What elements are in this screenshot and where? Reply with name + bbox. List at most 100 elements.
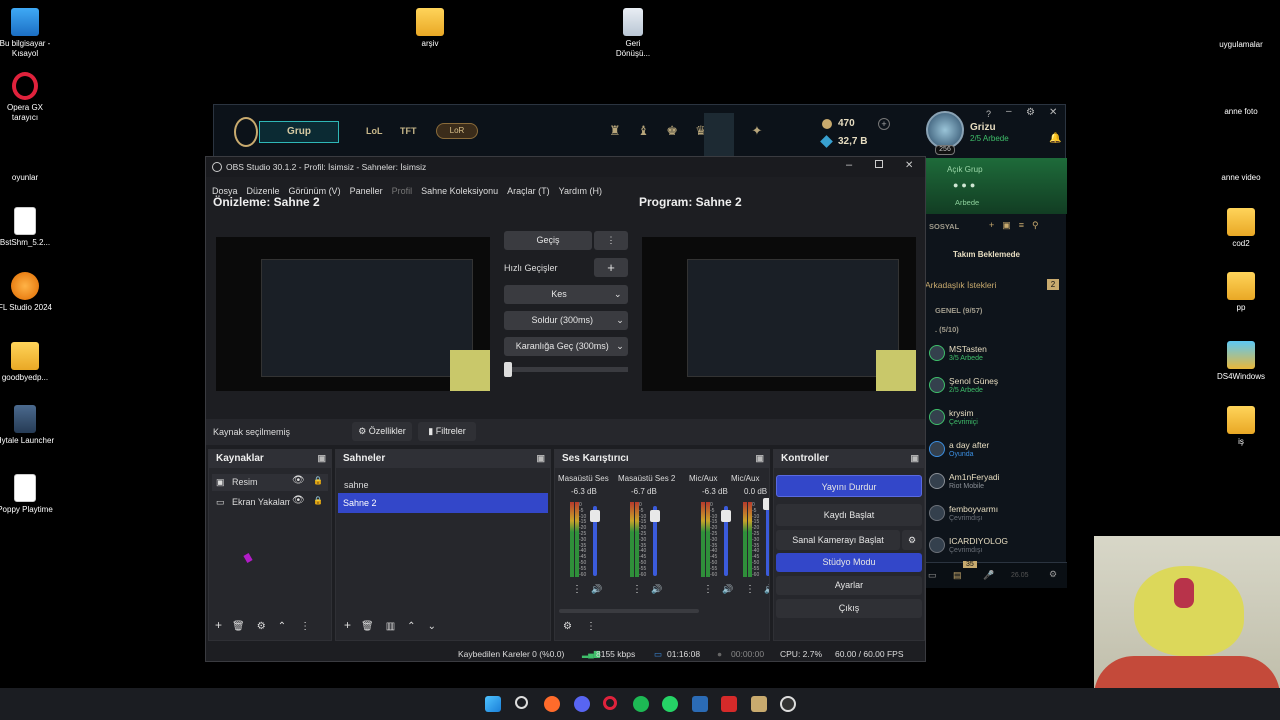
menu-help[interactable]: Yardım (H) — [559, 186, 602, 196]
search-icon[interactable] — [515, 696, 528, 709]
league-icon[interactable] — [751, 696, 767, 712]
more-menu-icon[interactable]: ⋮ — [703, 584, 713, 595]
mission-icon[interactable]: ▤ — [953, 570, 962, 581]
friend-item[interactable]: krysim Çevrimiçi — [929, 406, 1063, 434]
desktop-icon-is[interactable]: iş — [1206, 406, 1276, 447]
desktop-icon-this-pc[interactable]: Bu bilgisayar - Kısayol — [0, 8, 60, 59]
chat-icon[interactable]: ▭ — [928, 570, 937, 581]
desktop-icon-arsiv[interactable]: arşiv — [395, 8, 465, 49]
spotify-icon[interactable] — [633, 696, 649, 712]
friend-item[interactable]: ICARDIYOLOG Çevrimdışı — [929, 534, 1063, 562]
eye-icon[interactable]: 👁 — [292, 495, 305, 506]
friend-requests[interactable]: Arkadaşlık İstekleri — [925, 280, 996, 290]
mixer-scrollbar[interactable] — [559, 609, 699, 613]
desktop-icon-recycle-bin[interactable]: Geri Dönüşü... — [598, 8, 668, 59]
minimize-button[interactable]: – — [846, 159, 852, 171]
desktop-icon-hytale[interactable]: Hytale Launcher — [0, 405, 60, 446]
fader-handle[interactable] — [763, 498, 769, 510]
move-up-button[interactable]: ⌃ — [407, 621, 415, 632]
undock-icon[interactable]: ▣ — [910, 453, 919, 464]
menu-docks[interactable]: Paneller — [350, 186, 383, 196]
advanced-audio-button[interactable]: ⚙ — [563, 621, 572, 632]
fader-handle[interactable] — [590, 510, 600, 522]
desktop-icon-bstshm[interactable]: BstShm_5.2... — [0, 207, 60, 248]
social-actions[interactable]: +▣≡⚲ — [989, 220, 1047, 231]
quick-transition-fade[interactable]: Soldur (300ms) ⌄ — [504, 311, 628, 330]
transition-menu-button[interactable]: ⋮ — [594, 231, 628, 250]
quick-transition-fade-black[interactable]: Karanlığa Geç (300ms) ⌄ — [504, 337, 628, 356]
maximize-button[interactable] — [875, 160, 883, 168]
add-source-button[interactable]: + — [215, 618, 222, 632]
start-recording-button[interactable]: Kaydı Başlat — [776, 504, 922, 526]
tbar-slider-handle[interactable] — [504, 362, 512, 377]
studio-mode-button[interactable]: Stüdyo Modu — [776, 553, 922, 572]
source-settings-button[interactable]: ⚙ — [257, 621, 266, 632]
settings-button[interactable]: Ayarlar — [776, 576, 922, 595]
menu-scene-collection[interactable]: Sahne Koleksiyonu — [421, 186, 498, 196]
filters-button[interactable]: ▮ Filtreler — [418, 422, 476, 441]
eye-icon[interactable]: 👁 — [292, 475, 305, 486]
app-icon-red[interactable] — [721, 696, 737, 712]
group-button[interactable]: Grup — [259, 121, 339, 143]
app-icon-blue[interactable] — [692, 696, 708, 712]
source-item-display-capture[interactable]: ▭ Ekran Yakalam 👁 🔒 — [212, 494, 328, 511]
undock-icon[interactable]: ▣ — [755, 453, 764, 464]
store-highlight[interactable] — [704, 113, 734, 157]
desktop-icon-poppy[interactable]: Poppy Playtime — [0, 474, 60, 515]
discord-icon[interactable] — [574, 696, 590, 712]
source-item-image[interactable]: ▣ Resim 👁 🔒 — [212, 474, 328, 491]
add-scene-button[interactable]: + — [344, 618, 351, 632]
avatar[interactable] — [926, 111, 964, 149]
friend-item[interactable]: a day after Oyunda — [929, 438, 1063, 466]
group-general[interactable]: GENEL (9/57) — [935, 306, 982, 315]
quick-transition-cut[interactable]: Kes ⌄ — [504, 285, 628, 304]
menu-tools[interactable]: Araçlar (T) — [507, 186, 550, 196]
windows-start-icon[interactable] — [485, 696, 501, 712]
desktop-icon-pp[interactable]: pp — [1206, 272, 1276, 313]
desktop-icon-cod2[interactable]: cod2 — [1206, 208, 1276, 249]
lock-icon[interactable]: 🔒 — [313, 496, 323, 505]
remove-source-button[interactable]: 🗑 — [232, 621, 245, 632]
bug-report-icon[interactable]: ⚙ — [1049, 569, 1057, 580]
desktop-icon-ds4windows[interactable]: DS4Windows — [1206, 341, 1276, 382]
more-menu-icon[interactable]: ⋮ — [745, 584, 755, 595]
tab-tft[interactable]: TFT — [400, 126, 417, 136]
close-button[interactable]: ✕ — [905, 160, 913, 171]
open-group-box[interactable]: Açık Grup ●●● Arbede — [925, 158, 1067, 214]
fader-handle[interactable] — [721, 510, 731, 522]
friend-item[interactable]: femboyvarmı Çevrimdışı — [929, 502, 1063, 530]
more-menu-button[interactable]: ⋮ — [300, 621, 310, 632]
undock-icon[interactable]: ▣ — [536, 453, 545, 464]
desktop-icon-uygulamalar[interactable]: uygulamalar — [1196, 40, 1280, 50]
desktop-icon-goodbyedpi[interactable]: goodbyedp... — [0, 342, 60, 383]
desktop-icon-fl-studio[interactable]: FL Studio 2024 — [0, 272, 60, 313]
scene-filters-button[interactable]: ▥ — [386, 621, 395, 632]
scene-item-sahne[interactable]: sahne — [339, 477, 549, 494]
more-menu-button[interactable]: ⋮ — [586, 621, 596, 632]
opera-gx-icon[interactable] — [603, 696, 617, 710]
undock-icon[interactable]: ▣ — [317, 453, 326, 464]
volume-fader[interactable] — [766, 506, 769, 576]
settings-gear-icon[interactable]: ⚙ — [1026, 107, 1035, 118]
lock-icon[interactable]: 🔒 — [313, 476, 323, 485]
desktop-icon-anne-foto[interactable]: anne foto — [1196, 107, 1280, 117]
more-menu-icon[interactable]: ⋮ — [572, 584, 582, 595]
friend-item[interactable]: Am1nFeryadi Riot Mobile — [929, 470, 1063, 498]
scene-item-sahne-2[interactable]: Sahne 2 — [338, 493, 548, 513]
bell-icon[interactable]: 🔔 — [1049, 133, 1061, 144]
move-up-button[interactable]: ⌃ — [278, 621, 286, 632]
tbar-slider-track[interactable] — [504, 367, 628, 372]
obs-icon[interactable] — [780, 696, 796, 712]
minimize-button[interactable]: – — [1006, 106, 1012, 117]
close-icon[interactable]: ✕ — [1049, 107, 1057, 118]
help-button[interactable]: ? — [986, 109, 991, 119]
speaker-icon[interactable]: 🔊 — [764, 584, 769, 595]
mic-icon[interactable]: 🎤 — [983, 570, 994, 581]
app-icon-orange[interactable] — [544, 696, 560, 712]
transition-button[interactable]: Geçiş — [504, 231, 592, 250]
desktop-icon-opera-gx[interactable]: Opera GX tarayıcı — [0, 72, 60, 123]
preview-canvas[interactable] — [216, 237, 490, 391]
desktop-icon-oyunlar[interactable]: oyunlar — [0, 173, 70, 183]
add-quick-transition-button[interactable]: + — [594, 258, 628, 277]
friend-item[interactable]: MSTasten 3/5 Arbede — [929, 342, 1063, 370]
